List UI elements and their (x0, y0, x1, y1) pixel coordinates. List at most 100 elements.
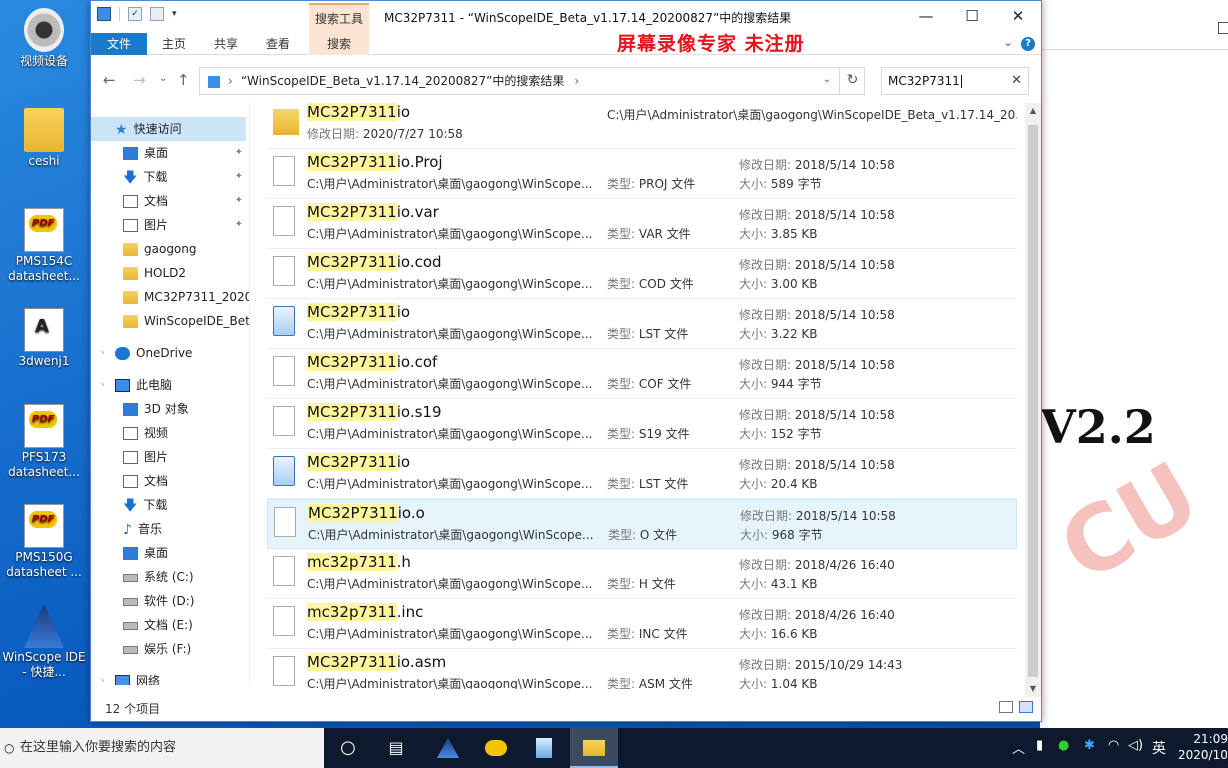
ribbon-expand-icon[interactable]: ⌄ (1003, 35, 1013, 49)
file-row[interactable]: MC32P7311io C:\用户\Administrator\桌面\gaogon… (267, 99, 1017, 149)
file-row[interactable]: MC32P7311io C:\用户\Administrator\桌面\gaogon… (267, 449, 1017, 499)
file-row[interactable]: MC32P7311io.cof C:\用户\Administrator\桌面\ga… (267, 349, 1017, 399)
desktop-icon[interactable]: ceshi (0, 108, 88, 169)
search-input[interactable]: MC32P7311 ✕ (881, 67, 1029, 95)
clear-search-icon[interactable]: ✕ (1011, 68, 1022, 94)
nav-item[interactable]: 系统 (C:) (91, 565, 249, 589)
pin-icon[interactable]: ✦ (235, 165, 243, 189)
pin-icon[interactable]: ✦ (235, 189, 243, 213)
task-view-icon[interactable]: ▤ (372, 728, 420, 768)
maximize-button[interactable]: ☐ (949, 1, 995, 31)
nav-item[interactable]: 3D 对象 (91, 397, 249, 421)
chevron-down-icon[interactable]: ▾ (172, 9, 177, 19)
file-name-rest: .h (396, 553, 411, 571)
desktop-icon[interactable]: PDF PMS150G datasheet ... (0, 504, 88, 580)
nav-item[interactable]: 文档 ✦ (91, 189, 249, 213)
tray-app-icon[interactable]: ✱ (1084, 738, 1095, 753)
file-row[interactable]: MC32P7311io.asm C:\用户\Administrator\桌面\ga… (267, 649, 1017, 689)
taskbar-search-box[interactable]: ○ 在这里输入你要搜索的内容 (0, 728, 324, 768)
expand-chevron-icon[interactable]: › (101, 669, 105, 685)
nav-item[interactable]: 文档 (91, 469, 249, 493)
background-window[interactable]: V2.2 CU (1040, 0, 1228, 728)
file-row[interactable]: MC32P7311io.cod C:\用户\Administrator\桌面\ga… (267, 249, 1017, 299)
expand-chevron-icon[interactable]: › (101, 341, 105, 365)
tab-view[interactable]: 查看 (253, 33, 303, 55)
nav-item[interactable]: 视频 (91, 421, 249, 445)
maximize-icon[interactable] (1218, 22, 1228, 34)
nav-item[interactable]: 娱乐 (F:) (91, 637, 249, 661)
nav-item[interactable]: 桌面 (91, 541, 249, 565)
pdf-reader-taskbar-icon[interactable] (472, 728, 520, 768)
desktop-icon[interactable]: PDF PFS173 datasheet... (0, 404, 88, 480)
properties-icon[interactable]: ✓ (128, 7, 142, 21)
address-dropdown-icon[interactable]: ⌄ (816, 67, 838, 95)
nav-item[interactable]: 文档 (E:) (91, 613, 249, 637)
nav-item[interactable]: 此电脑 › (91, 373, 249, 397)
nav-item[interactable]: 🡇 下载 (91, 493, 249, 517)
file-row[interactable]: MC32P7311io.s19 C:\用户\Administrator\桌面\ga… (267, 399, 1017, 449)
new-folder-icon[interactable] (150, 7, 164, 21)
nav-item[interactable]: ♪ 音乐 (91, 517, 249, 541)
forward-button[interactable]: → (133, 71, 146, 89)
nav-item[interactable]: MC32P7311_2020 (91, 285, 249, 309)
nav-item[interactable]: gaogong (91, 237, 249, 261)
file-row[interactable]: MC32P7311io.o C:\用户\Administrator\桌面\gaog… (267, 499, 1017, 549)
back-button[interactable]: ← (103, 71, 116, 89)
file-row[interactable]: mc32p7311.h C:\用户\Administrator\桌面\gaogon… (267, 549, 1017, 599)
volume-icon[interactable]: ◁) (1128, 738, 1143, 753)
nav-item[interactable]: 🡇 下载 ✦ (91, 165, 249, 189)
desktop-icon-label: 视频设备 (19, 54, 68, 68)
pin-icon[interactable]: ✦ (235, 213, 243, 237)
winscope-taskbar-icon[interactable] (424, 728, 472, 768)
nav-item[interactable]: 桌面 ✦ (91, 141, 249, 165)
desktop-icon[interactable]: A 3dwenj1 (0, 308, 88, 369)
microphone-icon[interactable]: ▮ (1036, 738, 1043, 753)
desktop-icon[interactable]: 视频设备 (0, 8, 88, 69)
clock[interactable]: 21:09 2020/10/ (1178, 731, 1228, 763)
tab-share[interactable]: 共享 (201, 33, 251, 55)
nav-item[interactable]: HOLD2 (91, 261, 249, 285)
minimize-button[interactable]: — (903, 1, 949, 31)
file-explorer-window[interactable]: ✓ ▾ 搜索工具 MC32P7311 - “WinScopeIDE_Beta_v… (90, 0, 1042, 722)
file-row[interactable]: MC32P7311io.var C:\用户\Administrator\桌面\ga… (267, 199, 1017, 249)
cortana-icon[interactable]: ○ (324, 728, 372, 768)
refresh-button[interactable]: ↻ (839, 67, 865, 95)
close-button[interactable]: ✕ (995, 1, 1041, 31)
help-icon[interactable]: ? (1021, 37, 1035, 51)
address-bar[interactable]: › “WinScopeIDE_Beta_v1.17.14_20200827”中的搜… (199, 67, 865, 95)
nav-item[interactable]: 网络 › (91, 669, 249, 685)
tab-home[interactable]: 主页 (149, 33, 199, 55)
desktop-icon[interactable]: WinScope IDE - 快捷... (0, 604, 88, 680)
details-view-icon[interactable] (999, 701, 1013, 713)
expand-chevron-icon[interactable]: › (101, 373, 105, 397)
nav-item[interactable]: WinScopeIDE_Bet (91, 309, 249, 333)
file-modified: 修改日期: 2018/5/14 10:58 (739, 356, 895, 373)
recent-locations-icon[interactable]: ⌄ (159, 73, 167, 84)
scroll-down-icon[interactable]: ▼ (1025, 681, 1041, 697)
nav-item[interactable]: 图片 ✦ (91, 213, 249, 237)
tab-search[interactable]: 搜索 (309, 33, 369, 55)
scroll-up-icon[interactable]: ▲ (1025, 103, 1041, 119)
file-explorer-taskbar-icon[interactable] (570, 728, 618, 768)
file-row[interactable]: MC32P7311io C:\用户\Administrator\桌面\gaogon… (267, 299, 1017, 349)
file-row[interactable]: mc32p7311.inc C:\用户\Administrator\桌面\gaog… (267, 599, 1017, 649)
nav-item[interactable]: OneDrive › (91, 341, 249, 365)
file-row[interactable]: MC32P7311io.Proj C:\用户\Administrator\桌面\g… (267, 149, 1017, 199)
nav-item[interactable]: ★ 快速访问 (91, 117, 246, 141)
vertical-scrollbar[interactable]: ▲ ▼ (1025, 103, 1041, 697)
network-icon[interactable]: ◠ (1108, 738, 1119, 753)
notepad-taskbar-icon[interactable] (520, 728, 568, 768)
nav-item[interactable]: 软件 (D:) (91, 589, 249, 613)
ime-indicator[interactable]: 英 (1152, 738, 1166, 758)
desktop-icon[interactable]: PDF PMS154C datasheet... (0, 208, 88, 284)
scroll-thumb[interactable] (1028, 125, 1038, 677)
pin-icon[interactable]: ✦ (235, 141, 243, 165)
up-button[interactable]: ↑ (177, 71, 190, 89)
wechat-icon[interactable]: ● (1058, 738, 1069, 753)
tab-file[interactable]: 文件 (91, 33, 147, 55)
pane-divider[interactable] (249, 103, 250, 685)
nav-item[interactable]: 图片 (91, 445, 249, 469)
content-view-icon[interactable] (1019, 701, 1033, 713)
show-hidden-icons-icon[interactable]: ︿ (1012, 738, 1025, 757)
file-name-rest: io.asm (396, 653, 447, 671)
